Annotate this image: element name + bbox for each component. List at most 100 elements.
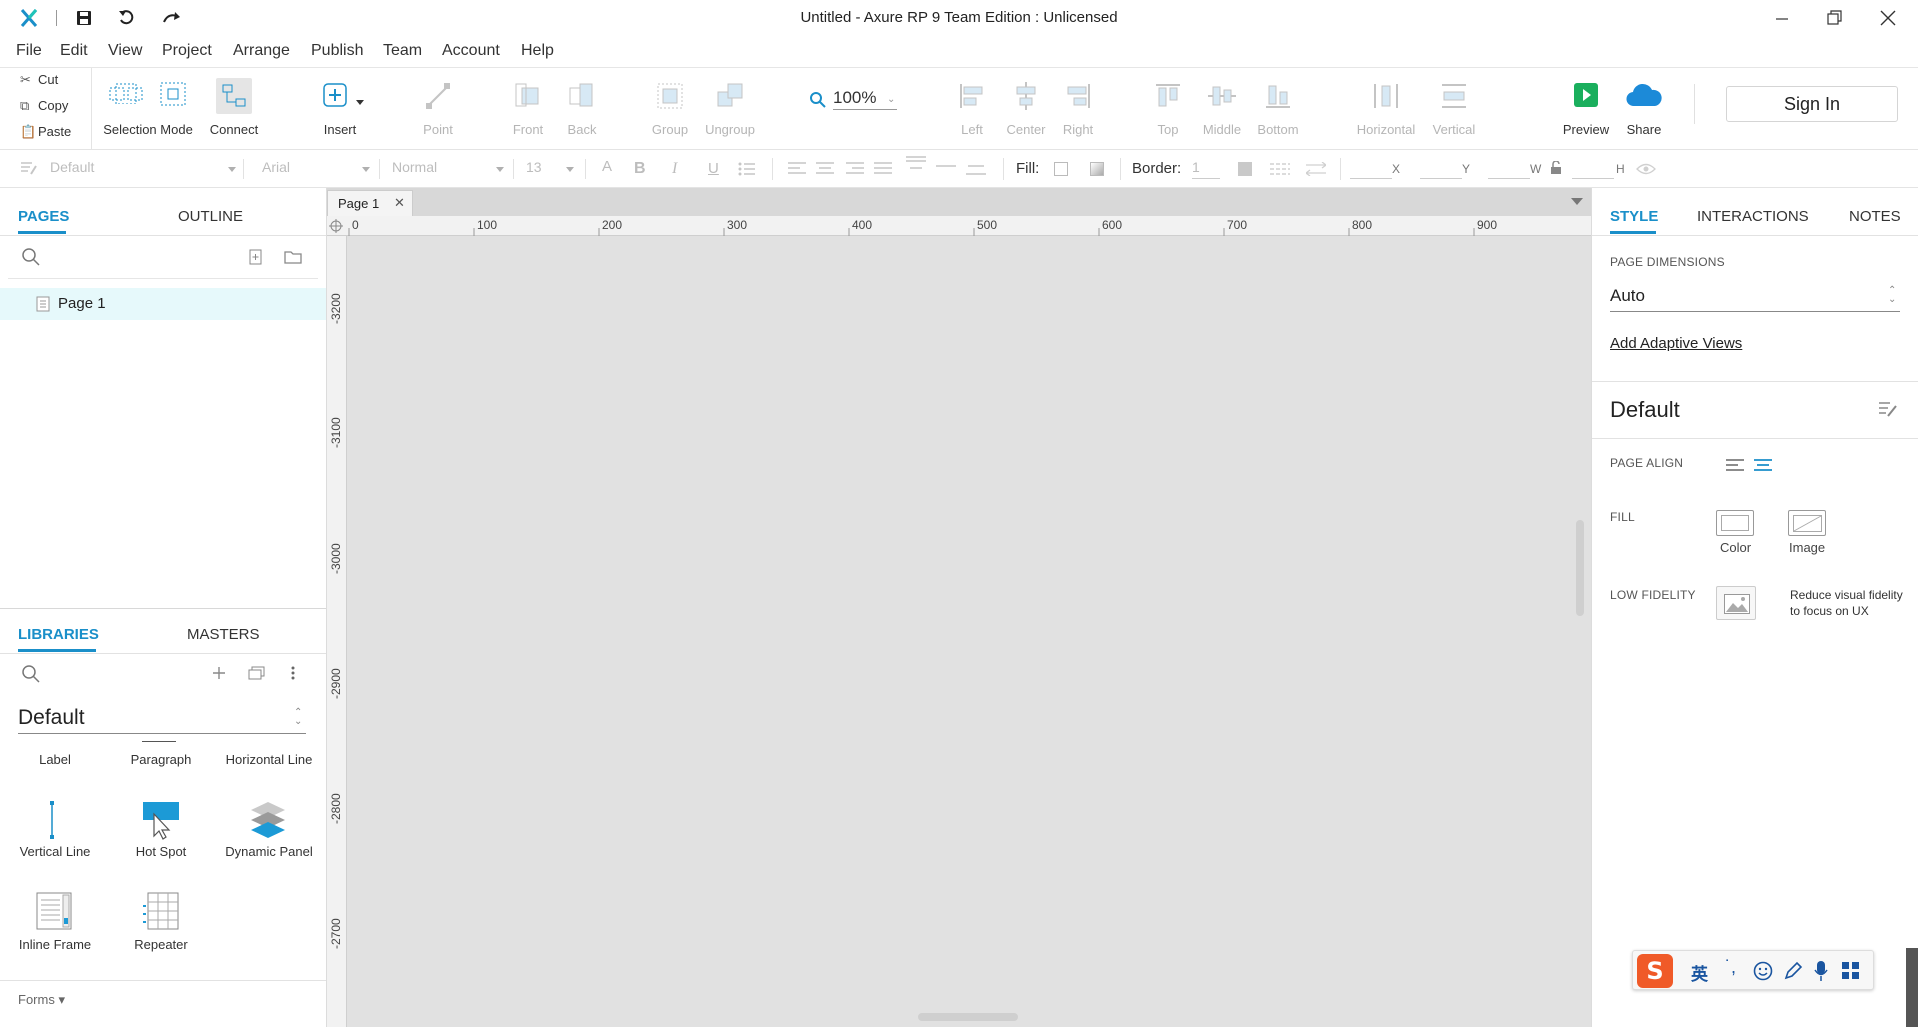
- add-folder-icon[interactable]: [284, 249, 302, 265]
- restore-icon[interactable]: [1824, 8, 1844, 28]
- close-icon[interactable]: [1878, 8, 1898, 28]
- page-align-center-icon[interactable]: [1754, 458, 1772, 472]
- text-align-center-icon[interactable]: [816, 162, 834, 174]
- widget-paragraph[interactable]: Paragraph: [106, 752, 216, 767]
- arrow-style-icon[interactable]: [1306, 162, 1326, 176]
- align-left-button[interactable]: Left: [958, 82, 986, 150]
- tab-notes[interactable]: NOTES: [1849, 208, 1901, 225]
- y-input[interactable]: [1420, 159, 1462, 179]
- h-input[interactable]: [1572, 159, 1614, 179]
- font-select[interactable]: Arial: [262, 159, 380, 179]
- align-bottom-button[interactable]: Bottom: [1257, 82, 1299, 150]
- toolbox-grid-icon[interactable]: [1841, 961, 1861, 981]
- tab-pages[interactable]: PAGES: [18, 208, 69, 225]
- canvas-area[interactable]: [327, 188, 1591, 1027]
- copy-button[interactable]: ⧉ Copy: [20, 98, 68, 114]
- fill-color-swatch[interactable]: [1054, 162, 1068, 176]
- page-align-left-icon[interactable]: [1726, 458, 1744, 472]
- menu-file[interactable]: File: [16, 42, 42, 60]
- page-tab[interactable]: Page 1 ✕: [327, 190, 413, 216]
- valign-middle-icon[interactable]: [936, 162, 956, 172]
- bring-front-button[interactable]: Front: [513, 82, 543, 150]
- bullet-list-icon[interactable]: [738, 162, 756, 176]
- handwriting-icon[interactable]: [1783, 961, 1803, 981]
- menu-publish[interactable]: Publish: [311, 42, 363, 60]
- distribute-vertical-button[interactable]: Vertical: [1433, 82, 1475, 150]
- align-right-button[interactable]: Right: [1063, 82, 1093, 150]
- point-button[interactable]: Point: [423, 82, 453, 150]
- widget-hot-spot[interactable]: Hot Spot: [106, 844, 216, 859]
- text-align-left-icon[interactable]: [788, 162, 806, 174]
- border-color-swatch[interactable]: [1238, 162, 1252, 176]
- menu-edit[interactable]: Edit: [60, 42, 88, 60]
- library-window-icon[interactable]: [248, 666, 266, 680]
- group-button[interactable]: Group: [652, 82, 688, 150]
- close-tab-icon[interactable]: ✕: [394, 195, 405, 211]
- zoom-select[interactable]: 100% ⌄: [833, 88, 897, 110]
- vertical-scrollbar[interactable]: [1576, 520, 1584, 616]
- library-select[interactable]: Default ⌃ ⌄: [18, 706, 306, 734]
- tab-style[interactable]: STYLE: [1610, 208, 1658, 225]
- widget-dynamic-panel[interactable]: Dynamic Panel: [214, 844, 324, 859]
- menu-project[interactable]: Project: [162, 42, 212, 60]
- italic-icon[interactable]: I: [672, 160, 677, 178]
- text-align-right-icon[interactable]: [846, 162, 864, 174]
- microphone-icon[interactable]: [1813, 960, 1829, 982]
- punctuation-icon[interactable]: ˙,: [1725, 957, 1736, 978]
- sign-in-button[interactable]: Sign In: [1726, 86, 1898, 122]
- underline-icon[interactable]: U: [708, 160, 719, 177]
- emoji-icon[interactable]: [1753, 961, 1773, 981]
- menu-account[interactable]: Account: [442, 42, 500, 60]
- lock-icon[interactable]: [1550, 161, 1562, 175]
- insert-button[interactable]: Insert: [322, 82, 366, 150]
- menu-team[interactable]: Team: [383, 42, 422, 60]
- tab-masters[interactable]: MASTERS: [187, 626, 260, 643]
- bold-icon[interactable]: B: [634, 160, 646, 178]
- horizontal-scrollbar[interactable]: [918, 1013, 1018, 1021]
- search-icon[interactable]: [22, 248, 40, 266]
- menu-arrange[interactable]: Arrange: [233, 42, 290, 60]
- widget-inline-frame[interactable]: Inline Frame: [0, 937, 110, 952]
- widget-vertical-line[interactable]: Vertical Line: [0, 844, 110, 859]
- style-select[interactable]: Default: [50, 159, 244, 179]
- sogou-logo-icon[interactable]: S: [1637, 954, 1673, 988]
- font-weight-select[interactable]: Normal: [392, 159, 514, 179]
- text-color-icon[interactable]: A: [602, 158, 612, 175]
- ime-language-toggle[interactable]: 英: [1691, 960, 1708, 985]
- add-adaptive-views-link[interactable]: Add Adaptive Views: [1610, 335, 1742, 352]
- border-style-icon[interactable]: [1270, 162, 1290, 176]
- edit-style-icon[interactable]: [1878, 400, 1898, 418]
- align-top-button[interactable]: Top: [1154, 82, 1182, 150]
- align-middle-button[interactable]: Middle: [1203, 82, 1241, 150]
- ruler-origin-icon[interactable]: [329, 219, 343, 233]
- align-center-button[interactable]: Center: [1006, 82, 1046, 150]
- border-width-input[interactable]: 1: [1192, 159, 1220, 179]
- share-button[interactable]: Share: [1624, 82, 1664, 150]
- low-fidelity-toggle[interactable]: [1716, 586, 1756, 620]
- valign-bottom-icon[interactable]: [966, 164, 986, 176]
- widget-repeater[interactable]: Repeater: [106, 937, 216, 952]
- add-library-icon[interactable]: [212, 666, 226, 680]
- paste-button[interactable]: 📋 Paste: [20, 124, 71, 140]
- search-icon[interactable]: [22, 665, 40, 683]
- page-dimensions-select[interactable]: Auto ⌃ ⌄: [1610, 286, 1900, 312]
- cut-button[interactable]: ✂ Cut: [20, 72, 58, 88]
- widget-horizontal-line[interactable]: Horizontal Line: [214, 752, 324, 767]
- visibility-eye-icon[interactable]: [1636, 162, 1656, 176]
- widget-label[interactable]: Label: [0, 752, 110, 767]
- connect-button[interactable]: Connect: [210, 78, 258, 150]
- tab-libraries[interactable]: LIBRARIES: [18, 626, 99, 643]
- w-input[interactable]: [1488, 159, 1530, 179]
- font-size-select[interactable]: 13: [526, 159, 586, 179]
- minimize-icon[interactable]: [1772, 8, 1792, 28]
- add-page-icon[interactable]: [248, 249, 264, 265]
- fill-image-button[interactable]: [1788, 510, 1826, 536]
- send-back-button[interactable]: Back: [568, 82, 596, 150]
- distribute-horizontal-button[interactable]: Horizontal: [1357, 82, 1415, 150]
- tab-interactions[interactable]: INTERACTIONS: [1697, 208, 1809, 225]
- fill-gradient-swatch[interactable]: [1090, 162, 1104, 176]
- fill-color-button[interactable]: [1716, 510, 1754, 536]
- style-edit-icon[interactable]: [20, 160, 38, 176]
- preview-button[interactable]: Preview: [1563, 82, 1609, 150]
- tab-menu-dropdown-icon[interactable]: [1571, 198, 1583, 205]
